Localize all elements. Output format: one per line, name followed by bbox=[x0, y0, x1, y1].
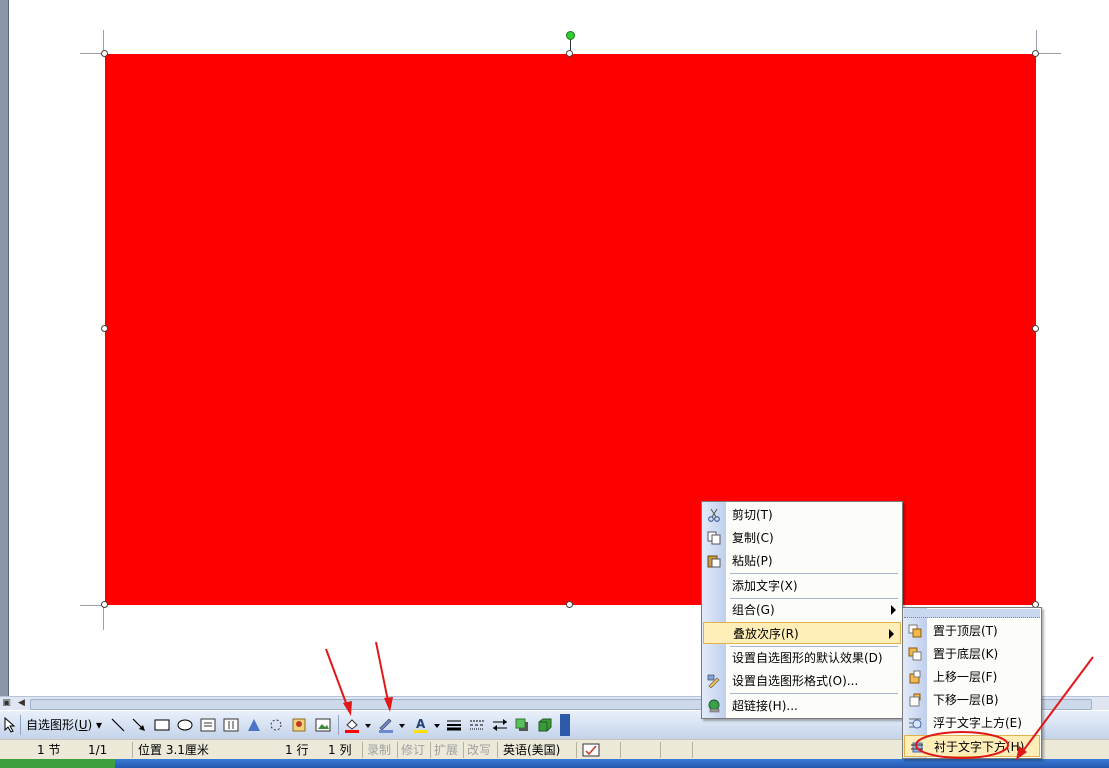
annotation-arrow-behind-text bbox=[1016, 656, 1094, 760]
annotation-overlay bbox=[325, 641, 1094, 760]
annotation-circle-behind-text bbox=[915, 731, 1009, 759]
annotation-arrow-line-color bbox=[375, 641, 393, 712]
annotation-arrow-fill-color bbox=[325, 648, 352, 716]
